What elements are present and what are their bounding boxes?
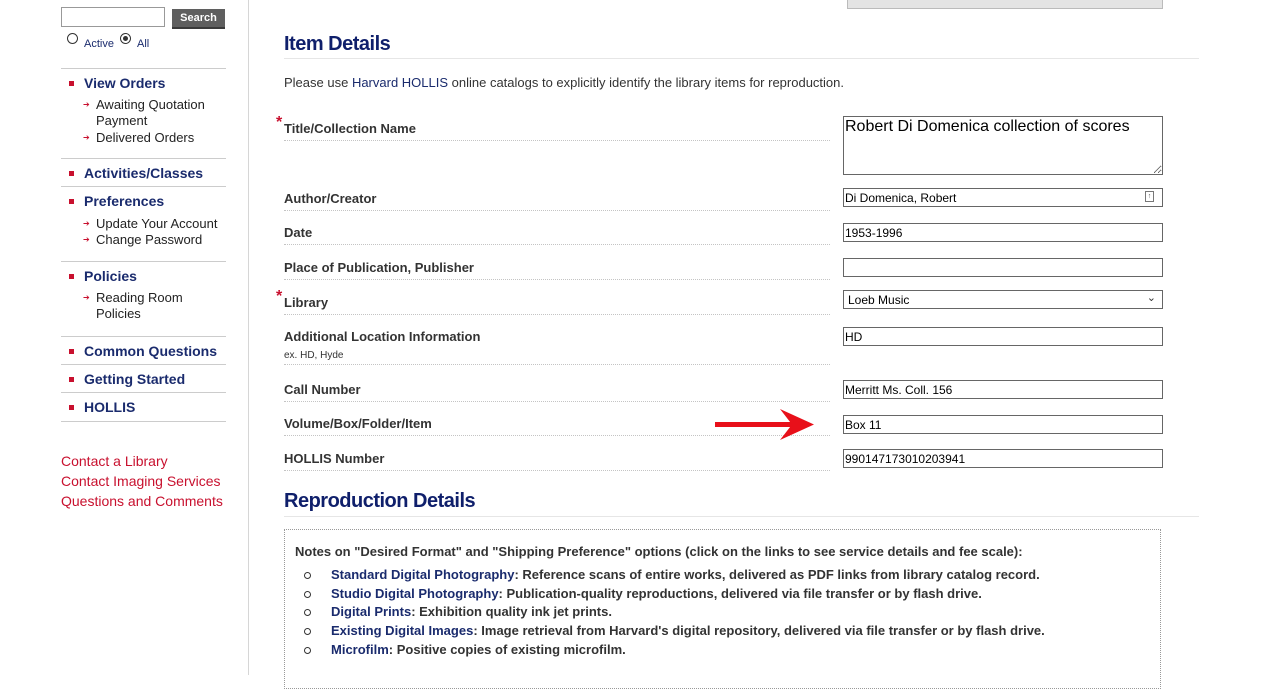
nav-policies[interactable]: Policies (69, 268, 137, 284)
note-item: Existing Digital Images: Image retrieval… (304, 623, 1045, 638)
nav-preferences[interactable]: Preferences (68, 193, 164, 209)
active-radio-label: Active (84, 38, 114, 50)
microfilm-link[interactable]: Microfilm (331, 642, 389, 657)
item-details-heading: Item Details (284, 33, 391, 55)
nav-section-activities: Activities/Classes (61, 158, 226, 187)
nav-view-orders[interactable]: View Orders (68, 75, 165, 91)
studio-digital-photography-link[interactable]: Studio Digital Photography (331, 586, 499, 601)
nav-common-questions[interactable]: Common Questions (68, 343, 217, 359)
note-item: Studio Digital Photography: Publication-… (304, 586, 982, 601)
date-label: Date (284, 225, 830, 245)
nav-section-policies: Policies Reading Room Policies (61, 261, 226, 337)
sidebar: Search Active All View Orders Awaiting Q… (0, 0, 249, 675)
expand-icon[interactable]: ↑ (1145, 191, 1154, 202)
nav-section-getting-started: Getting Started (61, 364, 226, 393)
nav-hollis[interactable]: HOLLIS (68, 399, 135, 415)
hollis-number-label: HOLLIS Number (284, 451, 830, 471)
author-label: Author/Creator (284, 191, 830, 211)
digital-prints-link[interactable]: Digital Prints (331, 604, 411, 619)
notes-heading: Notes on "Desired Format" and "Shipping … (295, 544, 1023, 559)
location-label: Additional Location Information (284, 329, 830, 365)
harvard-hollis-link[interactable]: Harvard HOLLIS (352, 75, 448, 90)
nav-section-hollis: HOLLIS (61, 392, 226, 422)
nav-change-password[interactable]: Change Password (83, 232, 221, 248)
nav-reading-room-policies[interactable]: Reading Room Policies (83, 290, 221, 322)
reproduction-details-heading: Reproduction Details (284, 490, 476, 512)
call-number-label: Call Number (284, 382, 830, 402)
library-select[interactable]: Loeb Music ⌄ (843, 290, 1163, 309)
location-hint: ex. HD, Hyde (284, 350, 344, 361)
note-item: Microfilm: Positive copies of existing m… (304, 642, 626, 657)
library-value: Loeb Music (848, 293, 910, 307)
all-radio[interactable] (120, 33, 131, 44)
questions-comments-link[interactable]: Questions and Comments (61, 493, 223, 509)
volume-field[interactable] (843, 415, 1163, 434)
hollis-number-field[interactable] (843, 449, 1163, 468)
search-button[interactable]: Search (172, 9, 225, 29)
nav-activities[interactable]: Activities/Classes (68, 165, 203, 181)
author-field[interactable]: Di Domenica, Robert ↑ (843, 188, 1163, 207)
search-input[interactable] (61, 7, 165, 27)
note-item: Digital Prints: Exhibition quality ink j… (304, 604, 612, 619)
chevron-down-icon: ⌄ (1146, 292, 1156, 304)
nav-section-orders: View Orders Awaiting Quotation Payment D… (61, 68, 226, 159)
nav-delivered-orders[interactable]: Delivered Orders (83, 130, 221, 146)
nav-awaiting-quotation[interactable]: Awaiting Quotation Payment (83, 97, 221, 129)
active-radio[interactable] (67, 33, 78, 44)
item-details-intro: Please use Harvard HOLLIS online catalog… (284, 75, 844, 90)
reproduction-details-divider (284, 516, 1199, 517)
nav-update-account[interactable]: Update Your Account (83, 216, 221, 232)
nav-section-preferences: Preferences Update Your Account Change P… (61, 186, 226, 262)
red-arrow-annotation (715, 409, 814, 440)
all-radio-label: All (137, 38, 150, 50)
note-item: Standard Digital Photography: Reference … (304, 567, 1040, 582)
place-field[interactable] (843, 258, 1163, 277)
title-label: Title/Collection Name (284, 121, 830, 141)
call-number-field[interactable] (843, 380, 1163, 399)
author-value: Di Domenica, Robert (845, 191, 957, 205)
item-details-divider (284, 58, 1199, 59)
top-button[interactable] (847, 0, 1163, 9)
contact-library-link[interactable]: Contact a Library (61, 453, 168, 469)
contact-imaging-link[interactable]: Contact Imaging Services (61, 473, 221, 489)
title-field[interactable]: Robert Di Domenica collection of scores (843, 116, 1163, 175)
date-field[interactable] (843, 223, 1163, 242)
notes-box: Notes on "Desired Format" and "Shipping … (284, 529, 1161, 689)
place-label: Place of Publication, Publisher (284, 260, 830, 280)
location-field[interactable] (843, 327, 1163, 346)
required-marker: * (276, 288, 283, 305)
library-label: Library (284, 295, 830, 315)
nav-section-common-questions: Common Questions (61, 336, 226, 365)
nav-getting-started[interactable]: Getting Started (68, 371, 185, 387)
required-marker: * (276, 114, 283, 131)
standard-digital-photography-link[interactable]: Standard Digital Photography (331, 567, 514, 582)
existing-digital-images-link[interactable]: Existing Digital Images (331, 623, 473, 638)
